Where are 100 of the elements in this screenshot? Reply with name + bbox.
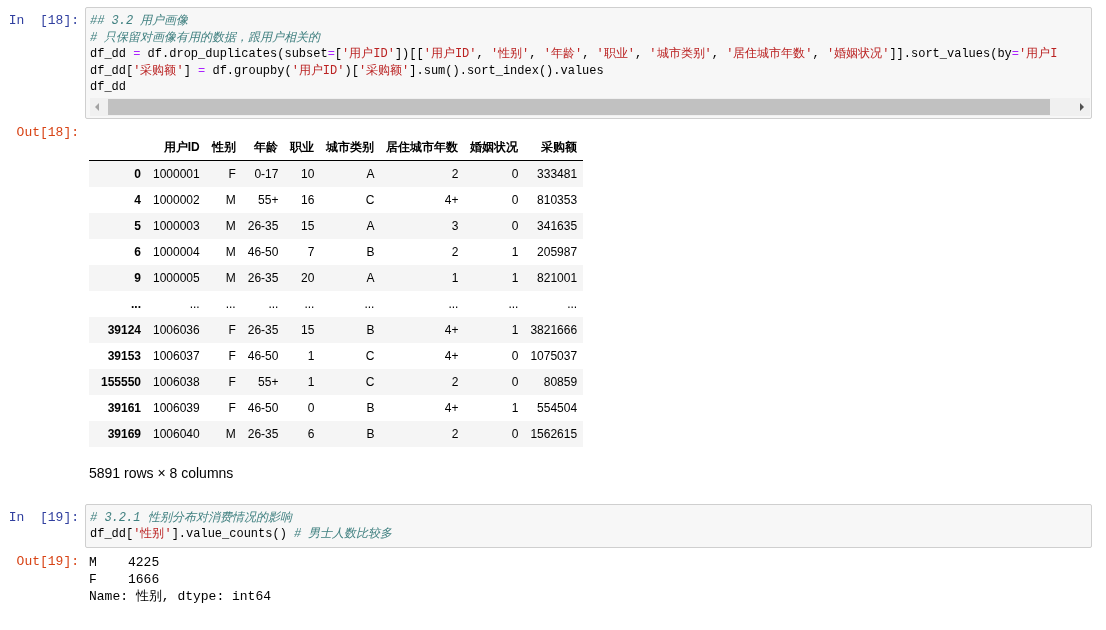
table-cell: 1000004: [147, 238, 206, 265]
table-cell: 3821666: [524, 316, 584, 343]
row-index: 5: [89, 212, 147, 239]
table-cell: 810353: [524, 186, 584, 213]
table-cell: 20: [284, 264, 321, 291]
table-cell: 554504: [524, 394, 584, 421]
row-index: 39169: [89, 420, 147, 447]
output-line: M 4225: [89, 553, 161, 571]
table-cell: 0: [464, 160, 525, 187]
table-cell: F: [205, 368, 242, 395]
code-cell[interactable]: [85, 7, 1092, 119]
table-cell: 55+: [241, 368, 285, 395]
code-line: df_dd = df.drop_duplicates(subset=['用户ID'])[['用户ID', '性别', '年龄', '职业', '城市类别', '居住城市年数', '婚姻状况']].sort_values(by='用户I: [90, 46, 1059, 63]
table-cell: 0: [464, 368, 525, 395]
table-cell: 1006039: [147, 394, 206, 421]
table-cell: 26-35: [241, 264, 285, 291]
table-cell: F: [205, 160, 242, 187]
table-cell: 46-50: [241, 342, 285, 369]
table-cell: 26-35: [241, 420, 285, 447]
table-cell: ...: [205, 290, 242, 317]
table-cell: ...: [147, 290, 206, 317]
table-cell: 15: [284, 316, 321, 343]
row-index: 0: [89, 160, 147, 187]
row-index: 39124: [89, 316, 147, 343]
table-cell: 1: [464, 394, 525, 421]
table-cell: 0-17: [241, 160, 285, 187]
code-cell[interactable]: # 3.2.1 性别分布对消费情况的影响 df_dd['性别'].value_counts() # 男士人数比较多: [85, 503, 1092, 548]
table-cell: M: [205, 238, 242, 265]
row-index: 155550: [89, 368, 147, 395]
code-line: ## 3.2 用户画像: [90, 13, 190, 30]
table-cell: 1: [464, 238, 525, 265]
table-cell: B: [320, 316, 381, 343]
table-cell: 1075037: [524, 342, 584, 369]
row-index: 39153: [89, 342, 147, 369]
table-cell: 4+: [380, 342, 465, 369]
table-cell: 10: [284, 160, 321, 187]
table-cell: 3: [380, 212, 465, 239]
table-cell: 1006038: [147, 368, 206, 395]
output-prompt: Out[19]:: [15, 553, 80, 570]
table-cell: 80859: [524, 368, 584, 395]
table-cell: M: [205, 420, 242, 447]
column-header: 年龄: [241, 134, 285, 161]
table-cell: 1000005: [147, 264, 206, 291]
row-index: 9: [89, 264, 147, 291]
table-cell: 2: [380, 368, 465, 395]
table-cell: 0: [464, 342, 525, 369]
table-cell: 2: [380, 160, 465, 187]
table-cell: 1006036: [147, 316, 206, 343]
table-cell: F: [205, 316, 242, 343]
code-line: df_dd['采购额'] = df.groupby('用户ID')['采购额'].sum().sort_index().values: [90, 62, 605, 79]
table-cell: 821001: [524, 264, 584, 291]
row-index: ...: [89, 290, 147, 317]
table-cell: 1: [464, 264, 525, 291]
table-cell: C: [320, 186, 381, 213]
column-header: 职业: [284, 134, 321, 161]
table-cell: 55+: [241, 186, 285, 213]
table-cell: 0: [464, 212, 525, 239]
table-cell: F: [205, 342, 242, 369]
table-cell: 0: [284, 394, 321, 421]
output-prompt: Out[18]:: [15, 124, 80, 141]
table-cell: 1: [284, 342, 321, 369]
table-cell: C: [320, 342, 381, 369]
code-line: df_dd: [90, 79, 127, 96]
table-cell: 1006040: [147, 420, 206, 447]
column-header: 婚姻状况: [464, 134, 525, 161]
table-cell: ...: [241, 290, 285, 317]
table-cell: ...: [464, 290, 525, 317]
table-cell: 4+: [380, 316, 465, 343]
table-cell: B: [320, 394, 381, 421]
table-cell: 4+: [380, 186, 465, 213]
input-prompt: In [18]:: [7, 12, 80, 30]
table-cell: 6: [284, 420, 321, 447]
output-line: F 1666: [89, 570, 161, 588]
code-line: # 只保留对画像有用的数据，跟用户相关的: [90, 29, 322, 46]
table-cell: ...: [380, 290, 465, 317]
table-cell: 26-35: [241, 316, 285, 343]
table-cell: 2: [380, 238, 465, 265]
column-header: 城市类别: [320, 134, 381, 161]
table-cell: ...: [524, 290, 584, 317]
table-cell: A: [320, 212, 381, 239]
table-cell: 1: [380, 264, 465, 291]
input-prompt: In [19]:: [7, 508, 80, 526]
table-cell: F: [205, 394, 242, 421]
table-cell: ...: [284, 290, 321, 317]
table-cell: 1: [284, 368, 321, 395]
table-cell: 0: [464, 186, 525, 213]
table-cell: 26-35: [241, 212, 285, 239]
table-cell: 46-50: [241, 238, 285, 265]
table-cell: 16: [284, 186, 321, 213]
row-index: 4: [89, 186, 147, 213]
table-cell: 4+: [380, 394, 465, 421]
table-cell: 1562615: [524, 420, 584, 447]
row-count-text: 5891 rows × 8 columns: [89, 463, 235, 483]
table-cell: M: [205, 212, 242, 239]
table-cell: A: [320, 264, 381, 291]
table-cell: 1006037: [147, 342, 206, 369]
table-cell: 2: [380, 420, 465, 447]
horizontal-scrollbar[interactable]: [90, 97, 1090, 116]
row-index: 39161: [89, 394, 147, 421]
table-cell: 205987: [524, 238, 584, 265]
